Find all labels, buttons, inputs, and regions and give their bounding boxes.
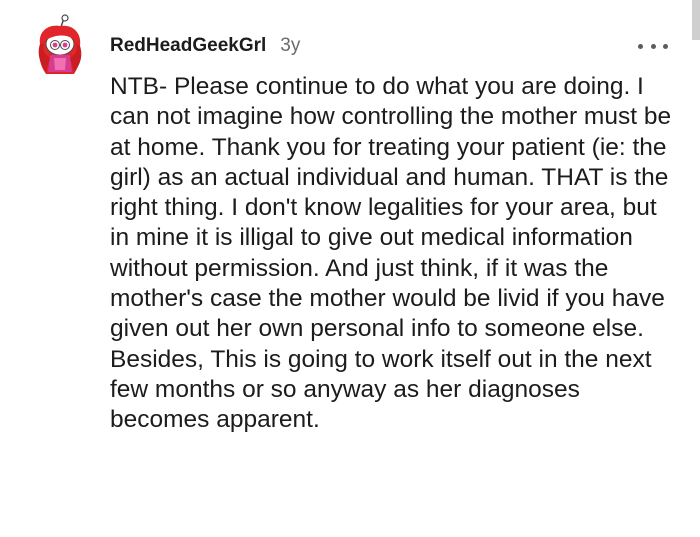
more-options-icon-dot [663, 43, 668, 49]
more-options-icon [638, 43, 643, 49]
avatar[interactable] [32, 14, 88, 78]
comment-age: 3y [280, 35, 301, 56]
comment: RedHeadGeekGrl 3y NTB- Please continue t… [0, 0, 700, 537]
username[interactable]: RedHeadGeekGrl [110, 35, 266, 57]
scrollbar[interactable] [692, 0, 700, 40]
more-options-button[interactable] [638, 36, 668, 56]
comment-header: RedHeadGeekGrl 3y [110, 34, 300, 58]
comment-body: NTB- Please continue to do what you are … [110, 73, 672, 434]
more-options-icon-dot [650, 43, 656, 49]
snoo-avatar-icon [38, 14, 82, 74]
